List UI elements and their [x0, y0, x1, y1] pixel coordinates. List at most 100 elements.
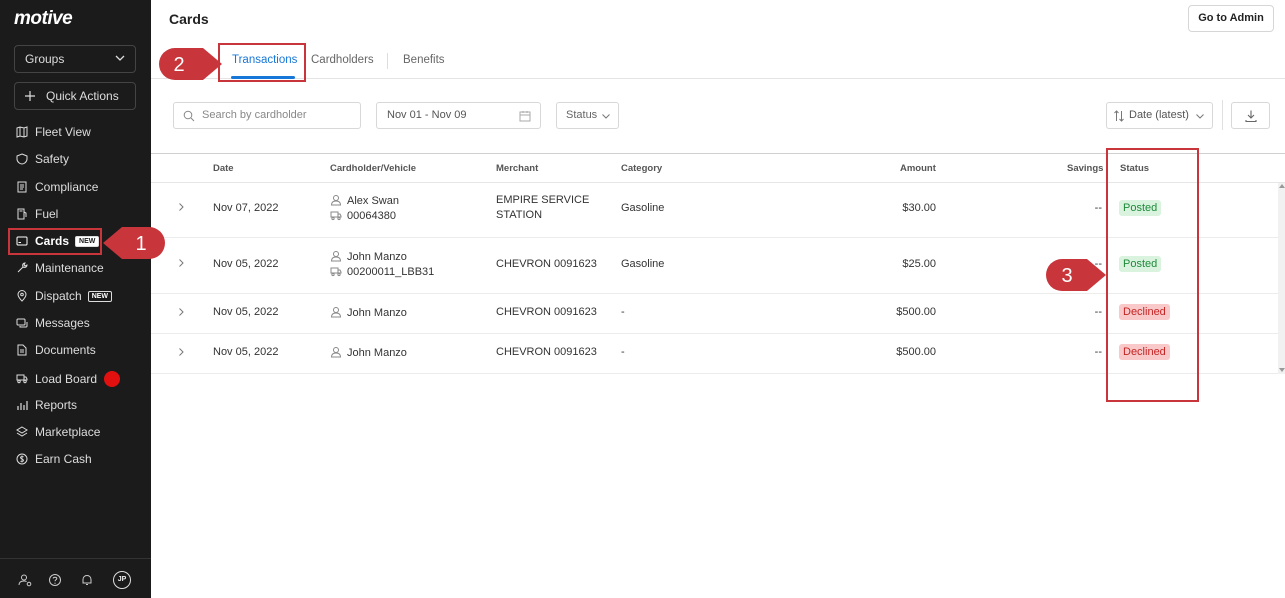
plus-icon	[25, 91, 35, 101]
user-settings-icon[interactable]	[18, 573, 32, 587]
bell-icon[interactable]	[80, 573, 94, 587]
cardholder-name: John Manzo	[347, 251, 407, 263]
sidebar-item-earn-cash[interactable]: Earn Cash	[8, 447, 138, 471]
download-button[interactable]	[1231, 102, 1270, 129]
vehicle-id: 00200011_LBB31	[347, 266, 435, 278]
shield-icon	[16, 153, 28, 165]
column-header-amount[interactable]: Amount	[900, 163, 936, 174]
sort-dropdown[interactable]: Date (latest)	[1106, 102, 1213, 129]
sidebar-item-fleet-view[interactable]: Fleet View	[8, 120, 138, 144]
column-header-category[interactable]: Category	[621, 163, 662, 174]
sidebar-item-dispatch[interactable]: Dispatch NEW	[8, 284, 138, 308]
sidebar-item-label: Load Board	[35, 372, 98, 386]
savings-cell: --	[1094, 346, 1102, 358]
sort-icon	[1114, 110, 1124, 122]
sidebar-item-safety[interactable]: Safety	[8, 147, 138, 171]
cardholder-cell: John Manzo	[330, 346, 407, 359]
chevron-right-icon[interactable]	[176, 258, 186, 268]
vehicle-id: 00064380	[347, 210, 396, 222]
merchant-cell: CHEVRON 0091623	[496, 306, 597, 318]
sidebar-item-label: Messages	[35, 316, 90, 330]
scroll-down-arrow[interactable]	[1279, 368, 1285, 372]
date-range-value: Nov 01 - Nov 09	[387, 109, 467, 121]
cardholder-name: Alex Swan	[347, 195, 399, 207]
chevron-right-icon[interactable]	[176, 202, 186, 212]
amount-cell: $25.00	[902, 258, 936, 270]
chat-icon	[16, 318, 28, 328]
sidebar-item-compliance[interactable]: Compliance	[8, 175, 138, 199]
sidebar-item-reports[interactable]: Reports	[8, 393, 138, 417]
cardholder-cell: John Manzo	[330, 306, 407, 319]
chevron-right-icon[interactable]	[176, 347, 186, 357]
date-range-picker[interactable]: Nov 01 - Nov 09	[376, 102, 541, 129]
date-cell: Nov 05, 2022	[213, 258, 279, 270]
quick-actions-button[interactable]: Quick Actions	[14, 82, 136, 110]
highlight-box-status	[1106, 148, 1199, 402]
sidebar-item-documents[interactable]: Documents	[8, 338, 138, 362]
chevron-down-icon	[115, 55, 125, 61]
fuel-icon	[17, 208, 27, 220]
tab-benefits[interactable]: Benefits	[403, 54, 445, 66]
sidebar-item-label: Safety	[35, 152, 70, 166]
cardholder-name: John Manzo	[347, 307, 407, 319]
sort-label: Date (latest)	[1129, 109, 1189, 121]
tab-divider	[387, 53, 388, 69]
groups-label: Groups	[25, 52, 65, 66]
motive-logo[interactable]: motive	[14, 8, 73, 30]
person-icon	[330, 347, 342, 358]
search-input[interactable]: Search by cardholder	[173, 102, 361, 129]
column-header-date[interactable]: Date	[213, 163, 234, 174]
sidebar-item-label: Documents	[35, 343, 96, 357]
file-icon	[17, 344, 27, 356]
person-icon	[330, 307, 342, 318]
callout-number: 2	[173, 54, 184, 76]
toolbar-divider	[1222, 100, 1223, 130]
person-icon	[330, 251, 342, 262]
pin-icon	[17, 290, 27, 302]
tab-cardholders[interactable]: Cardholders	[311, 54, 374, 66]
amount-cell: $500.00	[896, 306, 936, 318]
callout-2: 2	[159, 48, 222, 80]
category-cell: -	[621, 346, 625, 358]
sidebar-item-messages[interactable]: Messages	[8, 311, 138, 335]
vehicle-cell: 00200011_LBB31	[330, 265, 434, 278]
savings-cell: --	[1094, 202, 1102, 214]
cardholder-name: John Manzo	[347, 347, 407, 359]
sidebar-item-label: Fuel	[35, 207, 59, 221]
callout-number: 1	[135, 233, 146, 255]
callout-number: 3	[1061, 265, 1072, 287]
date-cell: Nov 05, 2022	[213, 306, 279, 318]
avatar[interactable]: JP	[113, 571, 131, 589]
savings-cell: --	[1094, 306, 1102, 318]
truck-icon	[16, 374, 28, 384]
help-icon[interactable]	[48, 573, 62, 587]
category-cell: Gasoline	[621, 258, 665, 270]
merchant-cell: CHEVRON 0091623	[496, 258, 597, 270]
date-cell: Nov 07, 2022	[213, 202, 279, 214]
sidebar-item-marketplace[interactable]: Marketplace	[8, 420, 138, 444]
wrench-icon	[17, 262, 28, 273]
groups-dropdown[interactable]: Groups	[14, 45, 136, 73]
page-title: Cards	[169, 11, 209, 27]
column-header-savings[interactable]: Savings	[1067, 163, 1103, 174]
sidebar-item-label: Compliance	[35, 180, 99, 194]
table-scrollbar[interactable]	[1278, 183, 1285, 374]
column-header-merchant[interactable]: Merchant	[496, 163, 538, 174]
scroll-up-arrow[interactable]	[1279, 184, 1285, 188]
calendar-icon	[519, 111, 531, 122]
chevron-right-icon[interactable]	[176, 307, 186, 317]
date-cell: Nov 05, 2022	[213, 346, 279, 358]
quick-actions-label: Quick Actions	[46, 89, 119, 103]
sidebar-item-label: Fleet View	[35, 125, 91, 139]
column-header-cardholder[interactable]: Cardholder/Vehicle	[330, 163, 416, 174]
sidebar-item-load-board[interactable]: Load Board	[8, 366, 138, 390]
document-icon	[17, 181, 27, 193]
sidebar-footer: JP	[0, 558, 151, 598]
dollar-icon	[16, 453, 28, 465]
highlight-box-cards	[8, 228, 102, 255]
chevron-down-icon	[1196, 114, 1204, 119]
map-icon	[16, 126, 28, 138]
download-icon	[1245, 110, 1257, 123]
go-to-admin-button[interactable]: Go to Admin	[1188, 5, 1274, 32]
status-filter-dropdown[interactable]: Status	[556, 102, 619, 129]
